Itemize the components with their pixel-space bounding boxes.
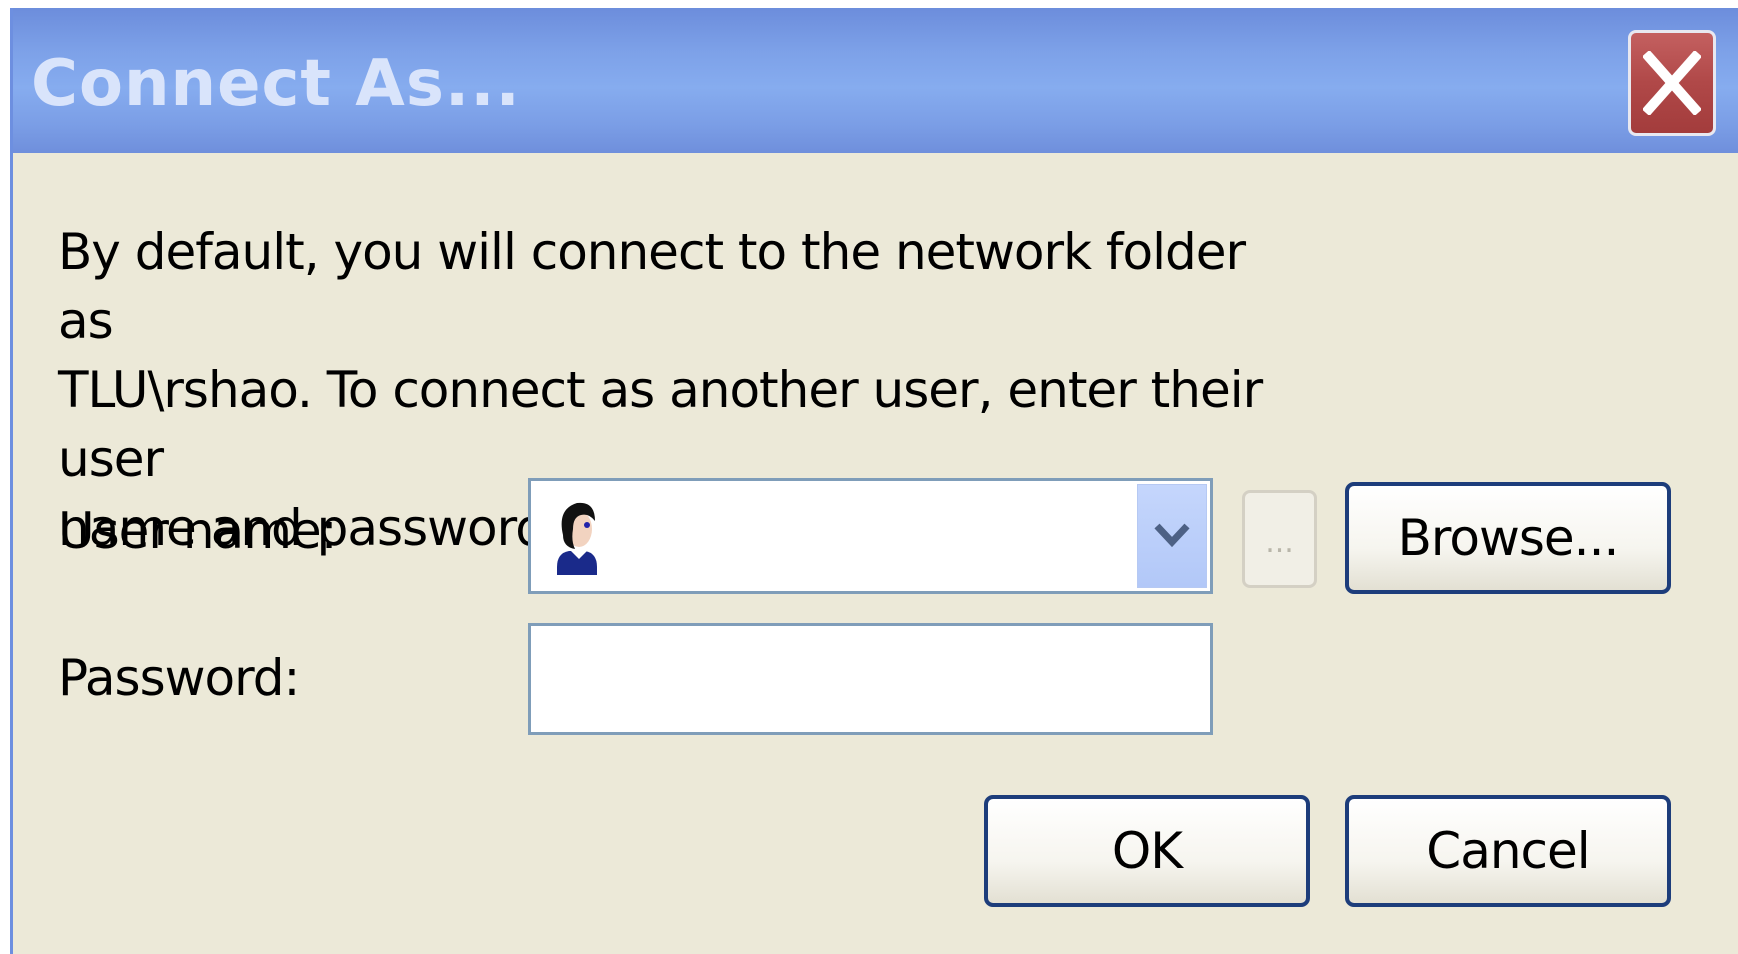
username-label: User name: xyxy=(58,502,338,560)
connect-as-dialog: Connect As... By default, you will conne… xyxy=(10,8,1738,954)
ellipsis-button[interactable]: ... xyxy=(1242,490,1317,588)
message-line: TLU\rshao. To connect as another user, e… xyxy=(58,361,1263,488)
ok-button-label: OK xyxy=(1111,822,1183,880)
ok-button[interactable]: OK xyxy=(984,795,1310,907)
username-combobox[interactable] xyxy=(528,478,1213,594)
cancel-button[interactable]: Cancel xyxy=(1345,795,1671,907)
message-line: By default, you will connect to the netw… xyxy=(58,223,1246,350)
cancel-button-label: Cancel xyxy=(1426,822,1590,880)
browse-button[interactable]: Browse... xyxy=(1345,482,1671,594)
browse-button-label: Browse... xyxy=(1397,509,1620,567)
window-title: Connect As... xyxy=(31,47,521,121)
password-label: Password: xyxy=(58,649,300,707)
password-field[interactable] xyxy=(528,623,1213,735)
user-avatar-icon xyxy=(557,502,597,575)
close-icon xyxy=(1643,51,1701,115)
close-button[interactable] xyxy=(1628,30,1716,136)
username-dropdown-button[interactable] xyxy=(1137,484,1207,588)
title-bar[interactable]: Connect As... xyxy=(13,8,1738,153)
chevron-down-icon xyxy=(1154,523,1190,548)
